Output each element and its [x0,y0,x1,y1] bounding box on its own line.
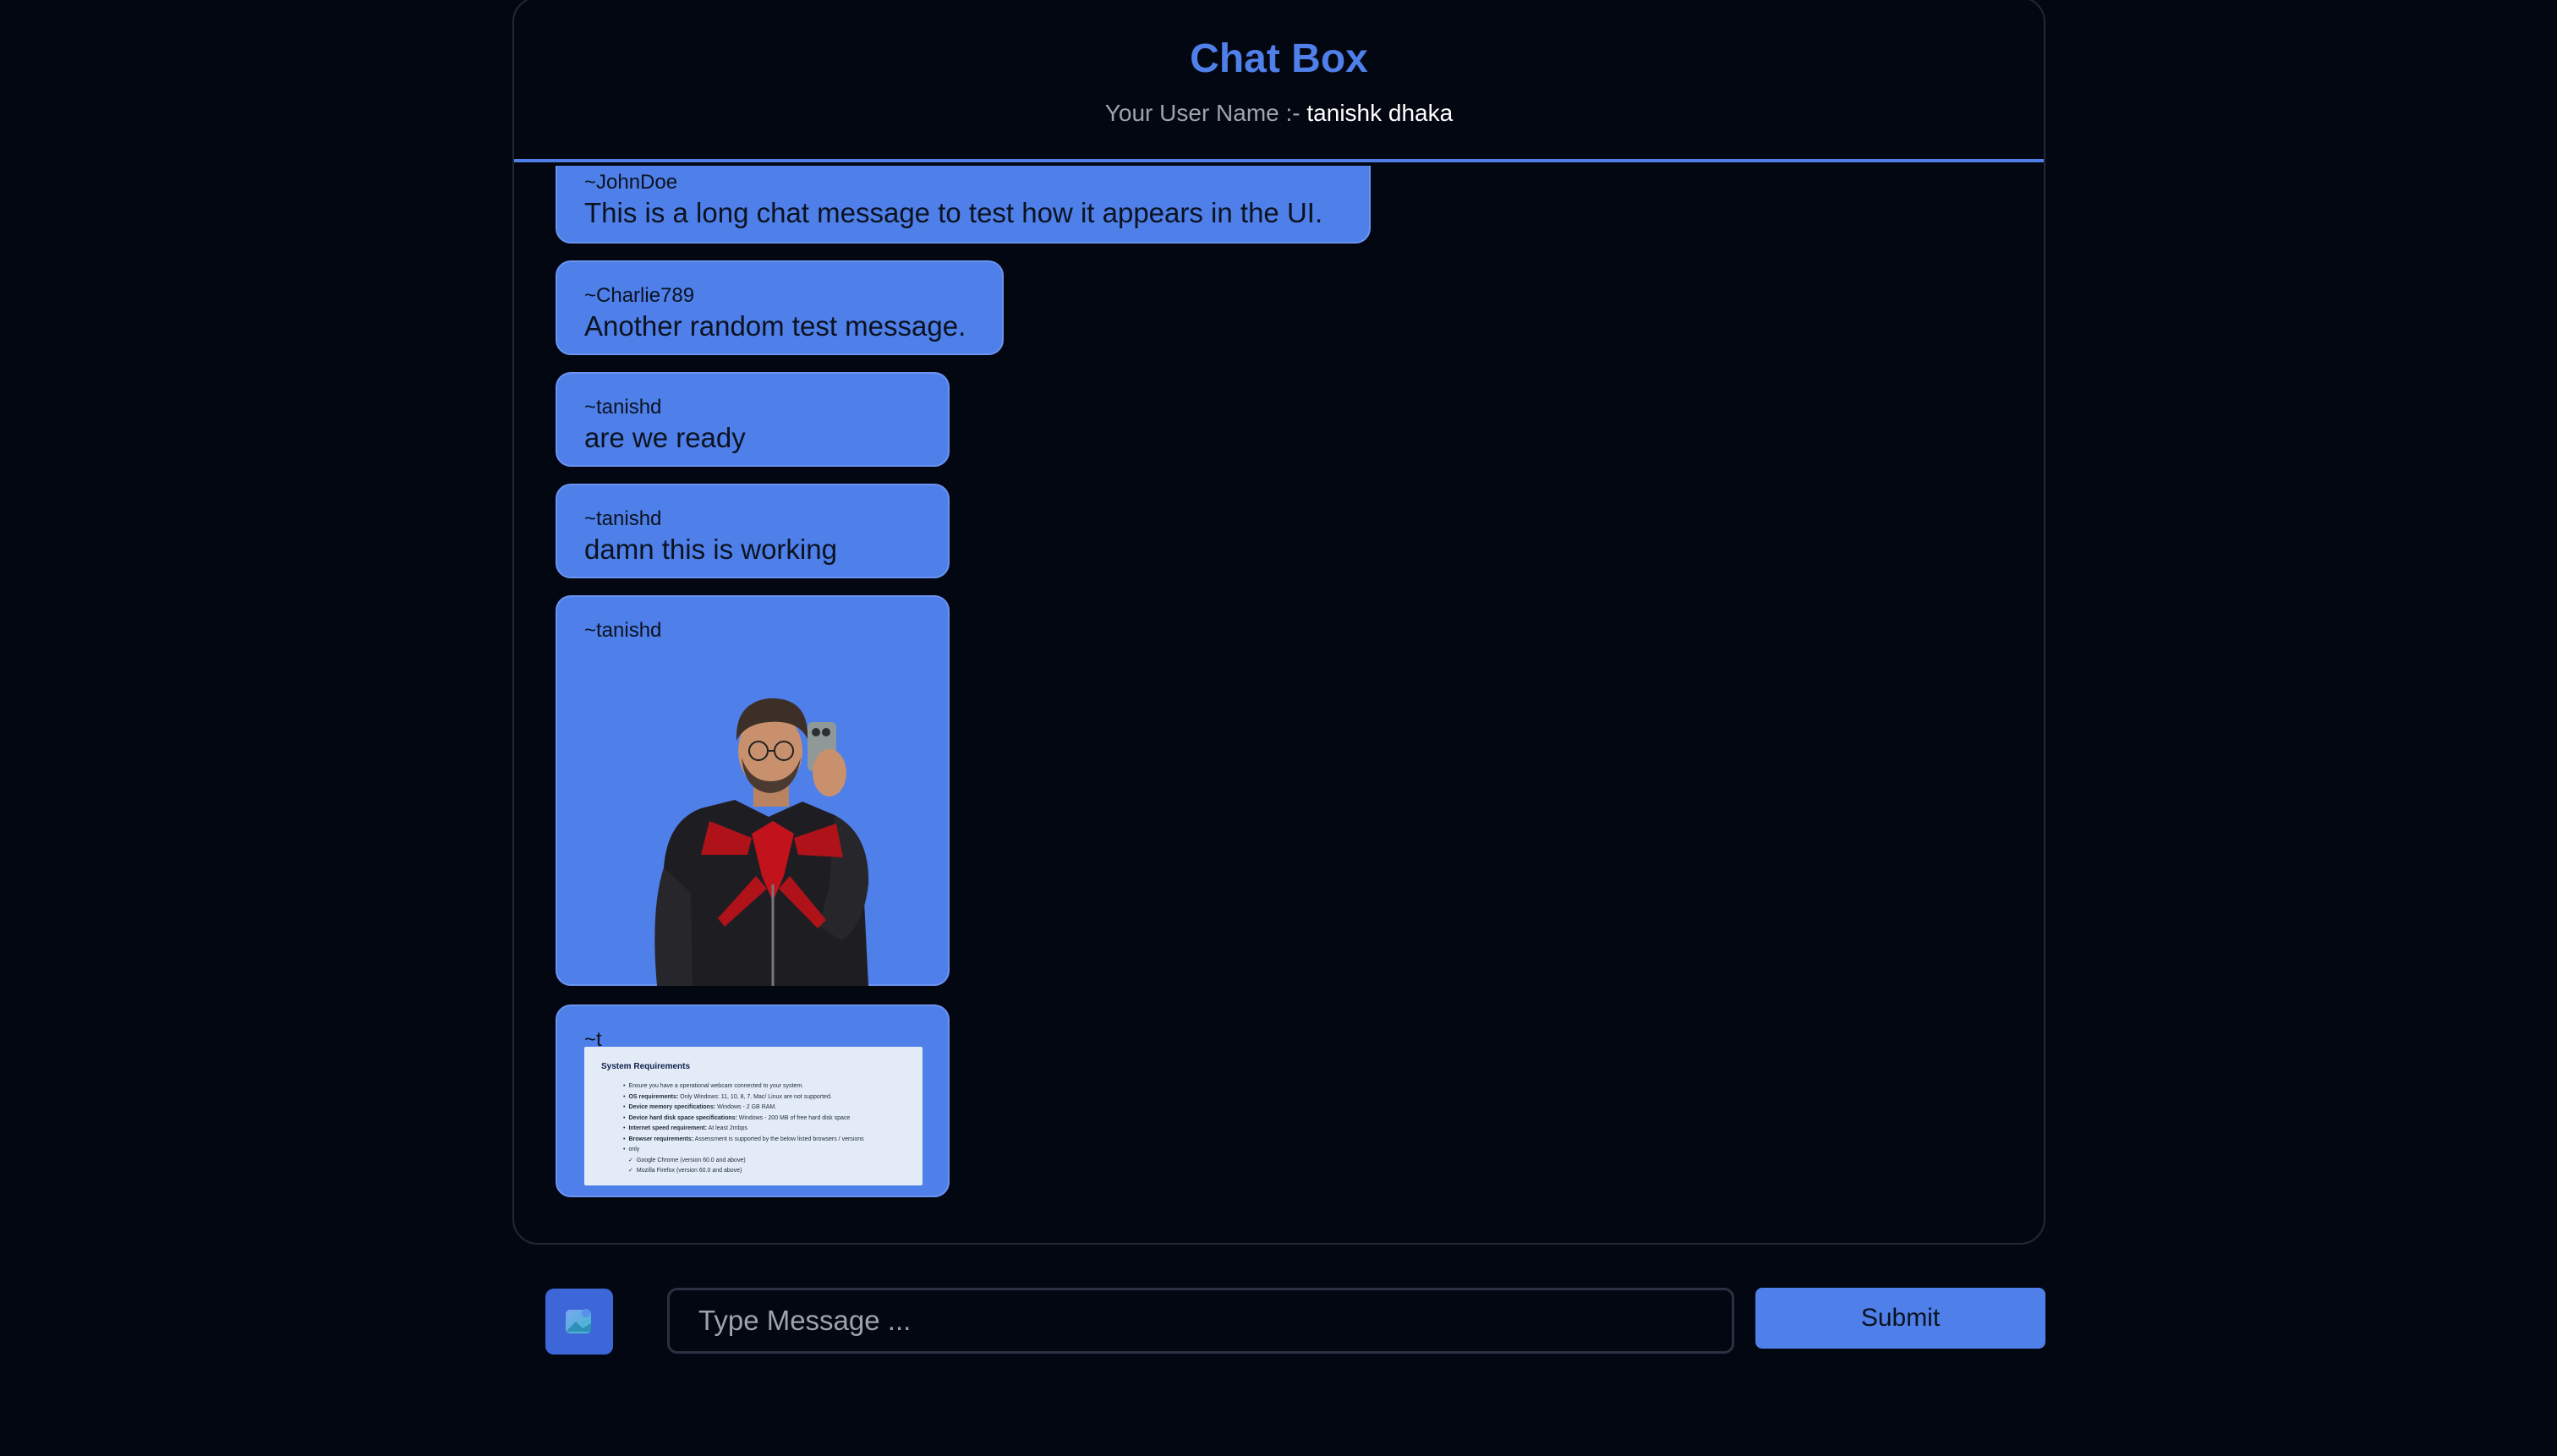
document-item: Ensure you have a operational webcam con… [623,1081,923,1092]
document-item: Browser requirements: Assessment is supp… [623,1135,923,1146]
message-list[interactable]: ~JohnDoe This is a long chat message to … [514,166,2044,1243]
message-sender: ~tanishd [584,619,662,642]
message-text: This is a long chat message to test how … [584,197,1323,228]
page-title: Chat Box [1190,36,1368,81]
username-value: tanishk dhaka [1306,100,1454,126]
message-sender: ~JohnDoe [584,171,678,194]
image-icon [566,1309,591,1333]
submit-button[interactable]: Submit [1755,1288,2045,1349]
document-subitem: Mozilla Firefox (version 60.0 and above) [623,1166,923,1177]
message-text: are we ready [584,422,746,453]
chat-message-image: ~tanishd [556,595,950,986]
message-sender: ~tanishd [584,396,662,419]
message-sender: ~tanishd [584,507,662,530]
message-sender: ~Charlie789 [584,284,695,307]
attach-image-button[interactable] [545,1289,613,1355]
attached-photo[interactable] [642,673,887,986]
message-text: damn this is working [584,534,837,565]
attached-document-image[interactable]: System Requirements Ensure you have a op… [584,1047,923,1185]
message-input[interactable] [667,1288,1734,1354]
username-line: Your User Name :- tanishk dhaka [514,100,2044,127]
chat-message: ~tanishd are we ready [556,372,950,467]
chat-message: ~JohnDoe This is a long chat message to … [556,166,1371,244]
document-item: only [623,1145,923,1156]
message-text: Another random test message. [584,310,966,342]
document-title: System Requirements [601,1062,691,1071]
chat-panel: Chat Box Your User Name :- tanishk dhaka… [512,0,2045,1245]
document-item: Internet speed requirement: At least 2mb… [623,1124,923,1135]
document-item: Device memory specifications: Windows - … [623,1103,923,1114]
chat-message: ~Charlie789 Another random test message. [556,260,1004,355]
chat-header: Chat Box Your User Name :- tanishk dhaka [514,0,2044,162]
chat-message: ~tanishd damn this is working [556,484,950,578]
username-label: Your User Name :- [1104,100,1300,126]
document-list: Ensure you have a operational webcam con… [601,1081,923,1177]
document-subitem: Google Chrome (version 60.0 and above) [623,1156,923,1167]
chat-message-document: ~t System Requirements Ensure you have a… [556,1004,950,1197]
document-item: Device hard disk space specifications: W… [623,1114,923,1125]
document-item: OS requirements: Only Windows: 11, 10, 8… [623,1092,923,1103]
